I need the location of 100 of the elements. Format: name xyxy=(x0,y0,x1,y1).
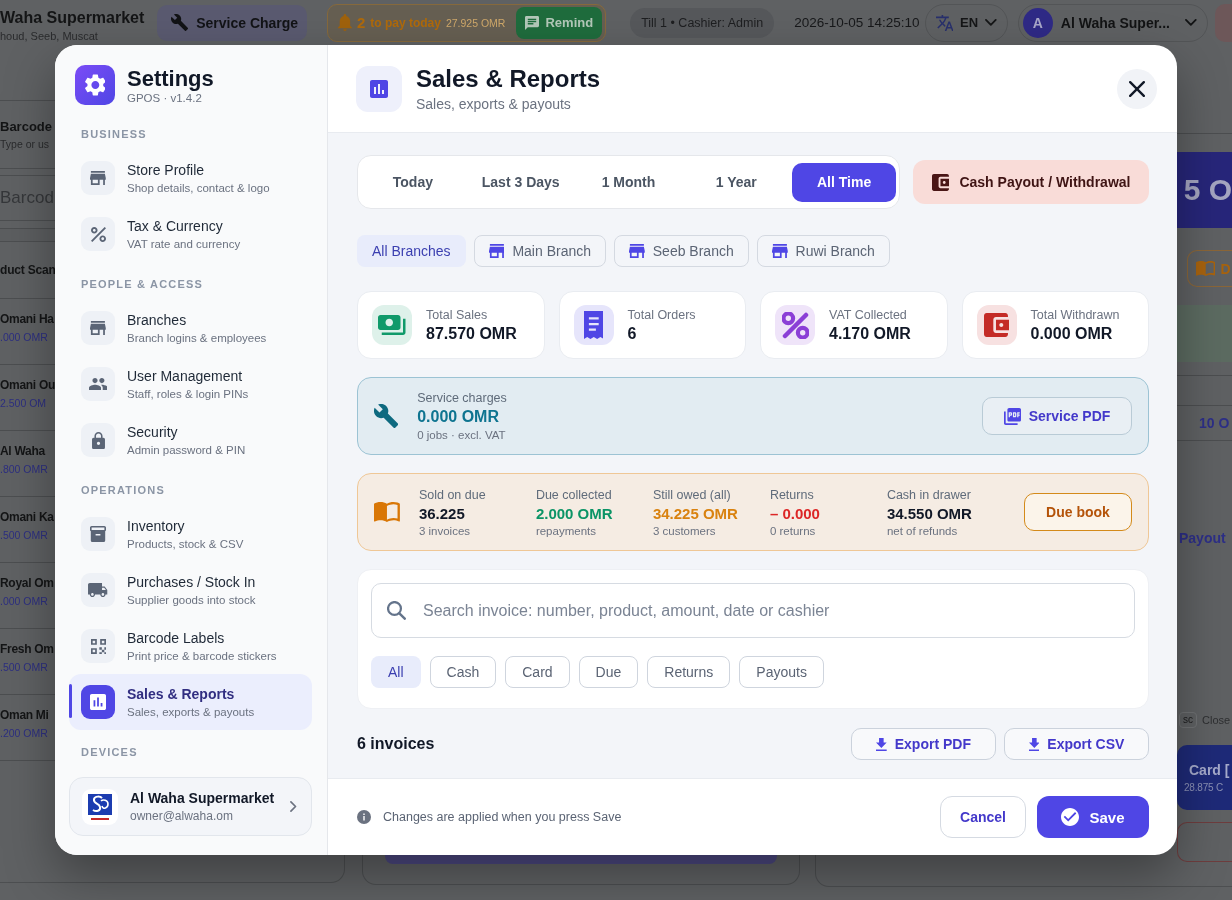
save-button[interactable]: Save xyxy=(1037,796,1149,838)
footer-note: Changes are applied when you press Save xyxy=(383,810,622,824)
branch-chip[interactable]: Main Branch xyxy=(473,235,606,267)
stat-label: VAT Collected xyxy=(829,307,908,322)
period-tab[interactable]: 1 Month xyxy=(576,162,681,202)
due-value: – 0.000 xyxy=(769,504,821,522)
export-button[interactable]: Export CSV xyxy=(1004,728,1149,760)
due-value: 34.550 OMR xyxy=(886,504,973,522)
store-name: Waha Supermarket xyxy=(0,8,146,28)
card-pay-button[interactable]: Card [ 28.875 C xyxy=(1177,745,1232,810)
alert-amount: 27.925 OMR xyxy=(445,16,506,29)
service-label: Service charges xyxy=(417,391,507,405)
due-label: Cash in drawer xyxy=(886,487,972,502)
nav-item[interactable]: Sales & Reports Sales, exports & payouts xyxy=(69,674,312,730)
app-version: GPOS · v1.4.2 xyxy=(127,91,203,105)
section-heading: DEVICES xyxy=(80,745,138,760)
branch-chip[interactable]: All Branches xyxy=(357,235,466,267)
remind-button[interactable]: Remind xyxy=(516,6,603,39)
nav-item[interactable]: Tax & Currency VAT rate and currency xyxy=(69,206,312,262)
download-icon xyxy=(876,737,887,751)
filter-chip[interactable]: Card xyxy=(505,656,570,688)
till-info: Till 1 • Cashier: Admin xyxy=(630,7,775,38)
device-card[interactable]: Al Waha Supermarket owner@alwaha.om xyxy=(69,777,312,836)
stat-value: 6 xyxy=(627,324,638,343)
filter-chip[interactable]: Payouts xyxy=(739,656,824,688)
action-button[interactable] xyxy=(385,854,777,864)
book-icon xyxy=(374,502,400,522)
download-icon xyxy=(1028,737,1040,751)
due-note: 3 customers xyxy=(652,524,717,537)
due-note: 0 returns xyxy=(769,524,817,537)
due-label: Still owed (all) xyxy=(652,487,732,502)
bar-chart-icon xyxy=(356,65,402,112)
branch-chip[interactable]: Ruwi Branch xyxy=(756,235,890,267)
due-label: Due collected xyxy=(535,487,613,502)
cash-payout-button[interactable]: Cash Payout / Withdrawal xyxy=(913,160,1149,204)
due-book-button[interactable]: Due book xyxy=(1023,493,1132,531)
wallet-icon xyxy=(931,173,950,191)
nav-item[interactable]: Purchases / Stock In Supplier goods into stock xyxy=(69,562,312,618)
filter-chip[interactable]: All xyxy=(371,656,421,688)
filter-chip[interactable]: Due xyxy=(578,656,639,688)
settings-title: Settings xyxy=(127,65,214,91)
stat-label: Total Orders xyxy=(627,307,696,322)
section-heading: BUSINESS xyxy=(80,127,147,142)
search-field[interactable]: Search invoice: number, product, amount, date or cashier xyxy=(371,583,1135,638)
nav-item[interactable]: Security Admin password & PIN xyxy=(69,412,312,468)
due-value: 2.000 OMR xyxy=(535,504,614,522)
wrench-icon xyxy=(374,404,399,428)
period-tab[interactable]: Last 3 Days xyxy=(468,162,573,202)
bell-icon xyxy=(338,14,352,31)
period-tab[interactable]: All Time xyxy=(792,162,896,202)
percent-icon xyxy=(81,217,115,251)
nav-item[interactable]: Inventory Products, stock & CSV xyxy=(69,506,312,562)
nav-item[interactable]: Branches Branch logins & employees xyxy=(69,300,312,356)
stat-value: 4.170 OMR xyxy=(829,324,911,343)
alert-label: to pay today xyxy=(370,15,441,30)
truck-icon xyxy=(81,573,115,607)
nav-item[interactable]: User Management Staff, roles & login PINs xyxy=(69,356,312,412)
service-value: 0.000 OMR xyxy=(417,408,500,426)
branch-chip[interactable]: Seeb Branch xyxy=(614,235,749,267)
user-avatar: A xyxy=(1022,7,1053,38)
service-note: 0 jobs · excl. VAT xyxy=(417,429,507,441)
chevron-down-icon xyxy=(1185,19,1197,26)
stat-value: 0.000 OMR xyxy=(1030,324,1114,343)
stat-label: Total Sales xyxy=(426,307,489,322)
filter-chip[interactable]: Cash xyxy=(429,656,497,688)
bar-chart-icon xyxy=(81,685,115,719)
cancel-button[interactable]: Cancel xyxy=(940,796,1026,838)
product-name: Omani Ka xyxy=(0,509,54,525)
pdf-icon xyxy=(1003,407,1021,425)
people-icon xyxy=(81,367,115,401)
store-icon xyxy=(771,244,788,258)
section-heading: OPERATIONS xyxy=(80,483,165,498)
chat-icon xyxy=(525,15,540,30)
product-name: Omani Ou xyxy=(0,377,55,393)
service-pdf-button[interactable]: Service PDF xyxy=(982,397,1132,435)
store-icon xyxy=(81,161,115,195)
export-button[interactable]: Export PDF xyxy=(851,728,996,760)
store-icon xyxy=(629,244,645,258)
section-heading: PEOPLE & ACCESS xyxy=(80,277,204,292)
due-note: 3 invoices xyxy=(418,524,472,537)
store-icon xyxy=(488,244,505,258)
close-button[interactable] xyxy=(1117,68,1157,109)
product-name: Omani Ha xyxy=(0,311,54,327)
date-time: 2026-10-05 14:25:10 xyxy=(794,15,920,30)
due-value: 34.225 OMR xyxy=(652,504,739,522)
nav-item[interactable]: Barcode Labels Print price & barcode stickers xyxy=(69,618,312,674)
archive-box-icon xyxy=(81,517,115,551)
period-tab[interactable]: 1 Year xyxy=(684,162,789,202)
product-name: Al Waha xyxy=(0,443,45,459)
alert-count: 2 xyxy=(356,14,366,31)
product-name: Oman Mi xyxy=(0,707,49,723)
store-logo-icon xyxy=(82,788,118,825)
wrench-icon xyxy=(171,14,189,31)
stat-value: 87.570 OMR xyxy=(426,324,517,343)
nav-item[interactable]: Store Profile Shop details, contact & logo xyxy=(69,150,312,206)
period-tab[interactable]: Today xyxy=(361,162,465,202)
chevron-down-icon xyxy=(985,19,997,26)
invoice-count: 6 invoices xyxy=(357,735,435,753)
filter-chip[interactable]: Returns xyxy=(647,656,731,688)
due-label: Returns xyxy=(769,487,815,502)
